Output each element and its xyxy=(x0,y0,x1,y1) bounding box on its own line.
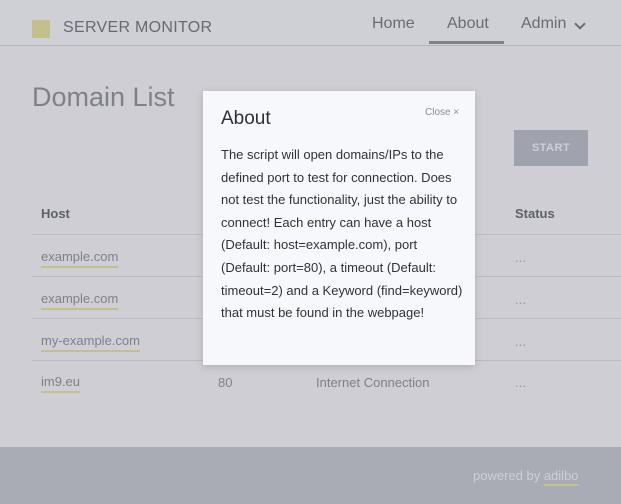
modal-body-text: The script will open domains/IPs to the … xyxy=(221,147,463,321)
close-button[interactable]: Close × xyxy=(425,107,459,118)
about-modal: About Close × The script will open domai… xyxy=(203,91,475,365)
page: SERVER MONITOR Home About Admin Domain L… xyxy=(0,0,621,504)
modal-title: About xyxy=(221,108,271,129)
